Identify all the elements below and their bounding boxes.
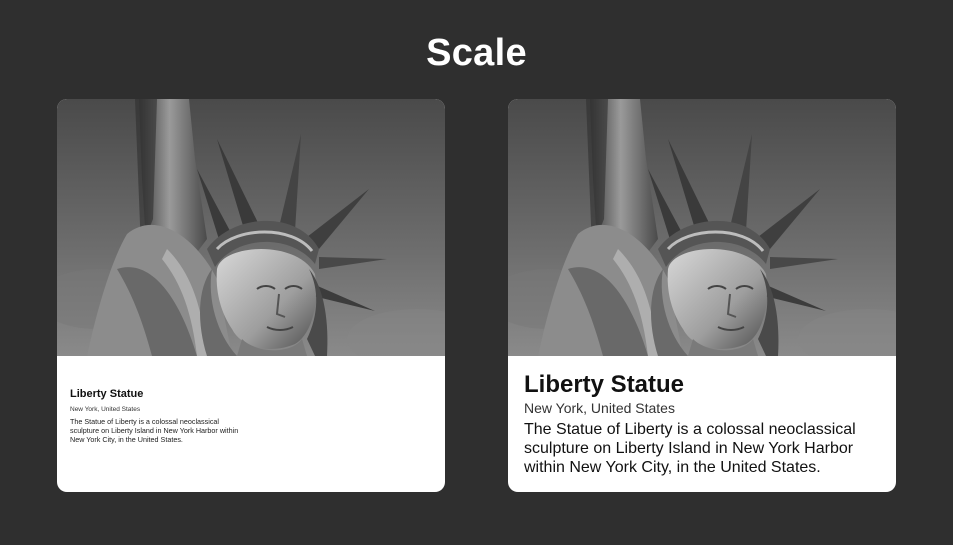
card-title: Liberty Statue [70,388,144,400]
card-caption: Liberty Statue New York, United States T… [524,371,884,477]
card-small: Liberty Statue New York, United States T… [57,99,445,492]
card-title: Liberty Statue [524,371,685,398]
page-title: Scale [426,32,527,74]
card-description: The Statue of Liberty is a colossal neoc… [524,421,856,476]
card-description: The Statue of Liberty is a colossal neoc… [70,417,239,444]
card-subtitle: New York, United States [524,400,675,416]
statue-photo [57,99,445,356]
card-large: Liberty Statue New York, United States T… [508,99,896,492]
statue-photo [508,99,896,356]
card-subtitle: New York, United States [70,406,141,413]
card-caption: Liberty Statue New York, United States T… [70,388,250,444]
